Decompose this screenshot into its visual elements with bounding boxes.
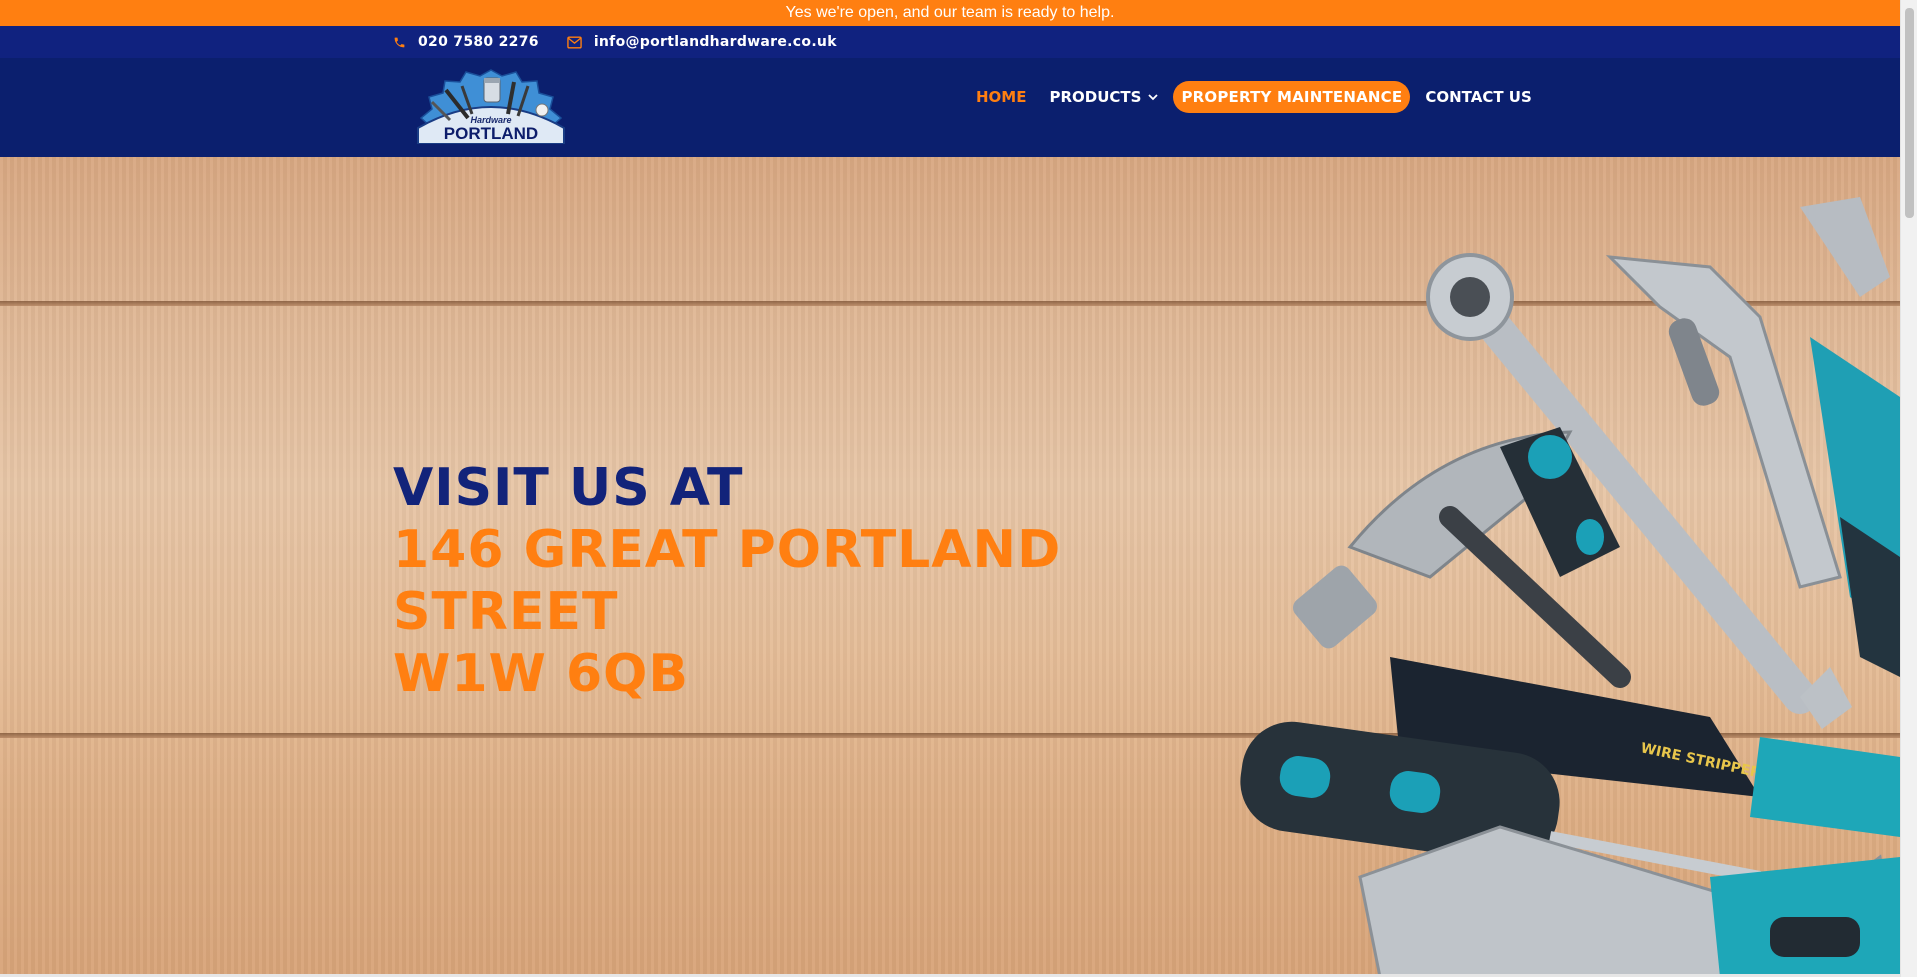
hero-banner: VISIT US AT 146 GREAT PORTLAND STREET W1… [0, 157, 1900, 977]
scrollbar-thumb[interactable] [1905, 8, 1914, 218]
vertical-scrollbar[interactable] [1900, 0, 1917, 977]
phone-link[interactable]: 020 7580 2276 [393, 34, 539, 50]
announcement-bar: Yes we're open, and our team is ready to… [0, 0, 1900, 26]
tools-image: WIRE STRIPPER [1240, 197, 1900, 977]
site-header: Hardware PORTLAND HOME PRODUCTS PROPERTY… [0, 58, 1900, 157]
phone-number: 020 7580 2276 [418, 34, 539, 50]
nav-products-label: PRODUCTS [1049, 88, 1142, 106]
page: Yes we're open, and our team is ready to… [0, 0, 1900, 977]
email-address: info@portlandhardware.co.uk [593, 34, 837, 50]
email-link[interactable]: info@portlandhardware.co.uk [567, 34, 837, 50]
phone-icon [394, 37, 405, 47]
wire-cutters [1800, 197, 1900, 677]
hero-line-street: STREET [393, 582, 619, 642]
nav-home[interactable]: HOME [968, 80, 1034, 114]
hero-heading: VISIT US AT 146 GREAT PORTLAND STREET W1… [393, 457, 1061, 705]
main-nav: HOME PRODUCTS PROPERTY MAINTENANCE CONTA… [968, 80, 1547, 114]
contact-bar: 020 7580 2276 info@portlandhardware.co.u… [0, 26, 1900, 58]
pliers [1605, 255, 1842, 589]
portland-hardware-logo[interactable]: Hardware PORTLAND [410, 68, 572, 144]
logo-name-text: PORTLAND [444, 124, 538, 143]
hero-line-postcode: W1W 6QB [393, 644, 690, 704]
hero-line-visit: VISIT US AT [393, 458, 744, 518]
envelope-icon [567, 36, 582, 48]
nav-property-maintenance[interactable]: PROPERTY MAINTENANCE [1173, 81, 1411, 113]
chevron-down-icon [1148, 93, 1159, 100]
hero-line-street-number: 146 GREAT PORTLAND [393, 520, 1062, 580]
announcement-text: Yes we're open, and our team is ready to… [785, 4, 1115, 21]
nav-contact-us[interactable]: CONTACT US [1417, 80, 1539, 114]
nav-products[interactable]: PRODUCTS [1041, 80, 1166, 114]
